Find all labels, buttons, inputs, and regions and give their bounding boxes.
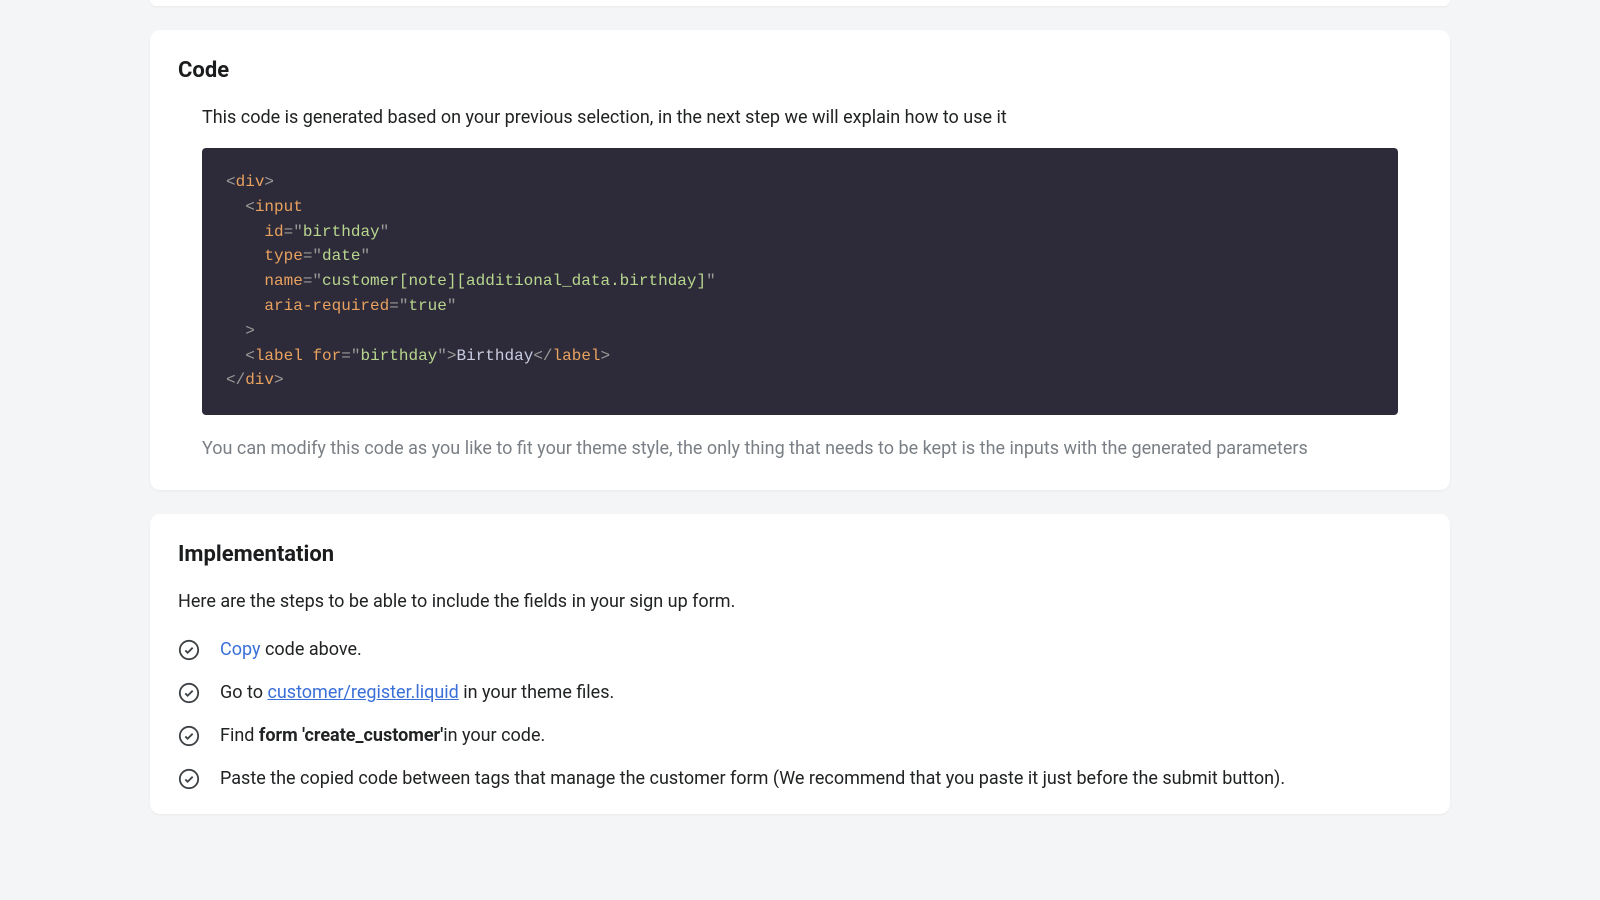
implementation-section-title: Implementation — [178, 542, 1422, 567]
check-circle-icon — [178, 768, 200, 790]
implementation-section-card: Implementation Here are the steps to be … — [150, 514, 1450, 814]
step-text: Go to customer/register.liquid in your t… — [220, 679, 614, 706]
register-liquid-link[interactable]: customer/register.liquid — [267, 682, 458, 703]
code-section-title: Code — [178, 58, 1422, 83]
check-circle-icon — [178, 682, 200, 704]
step-text: Find form 'create_customer'in your code. — [220, 722, 545, 749]
step-text: Copy code above. — [220, 636, 362, 663]
code-note-text: You can modify this code as you like to … — [178, 435, 1422, 462]
step-text: Paste the copied code between tags that … — [220, 765, 1285, 792]
code-section-card: Code This code is generated based on you… — [150, 30, 1450, 490]
step-item: Copy code above. — [178, 636, 1422, 663]
step-item: Go to customer/register.liquid in your t… — [178, 679, 1422, 706]
code-snippet-block[interactable]: <div> <input id="birthday" type="date" n… — [202, 148, 1398, 415]
step-item: Find form 'create_customer'in your code. — [178, 722, 1422, 749]
previous-card-bottom — [150, 0, 1450, 6]
step-item: Paste the copied code between tags that … — [178, 765, 1422, 792]
check-circle-icon — [178, 639, 200, 661]
implementation-steps-list: Copy code above. Go to customer/register… — [178, 636, 1422, 792]
code-intro-text: This code is generated based on your pre… — [178, 107, 1422, 128]
copy-link[interactable]: Copy — [220, 639, 261, 660]
check-circle-icon — [178, 725, 200, 747]
implementation-intro-text: Here are the steps to be able to include… — [178, 591, 1422, 612]
